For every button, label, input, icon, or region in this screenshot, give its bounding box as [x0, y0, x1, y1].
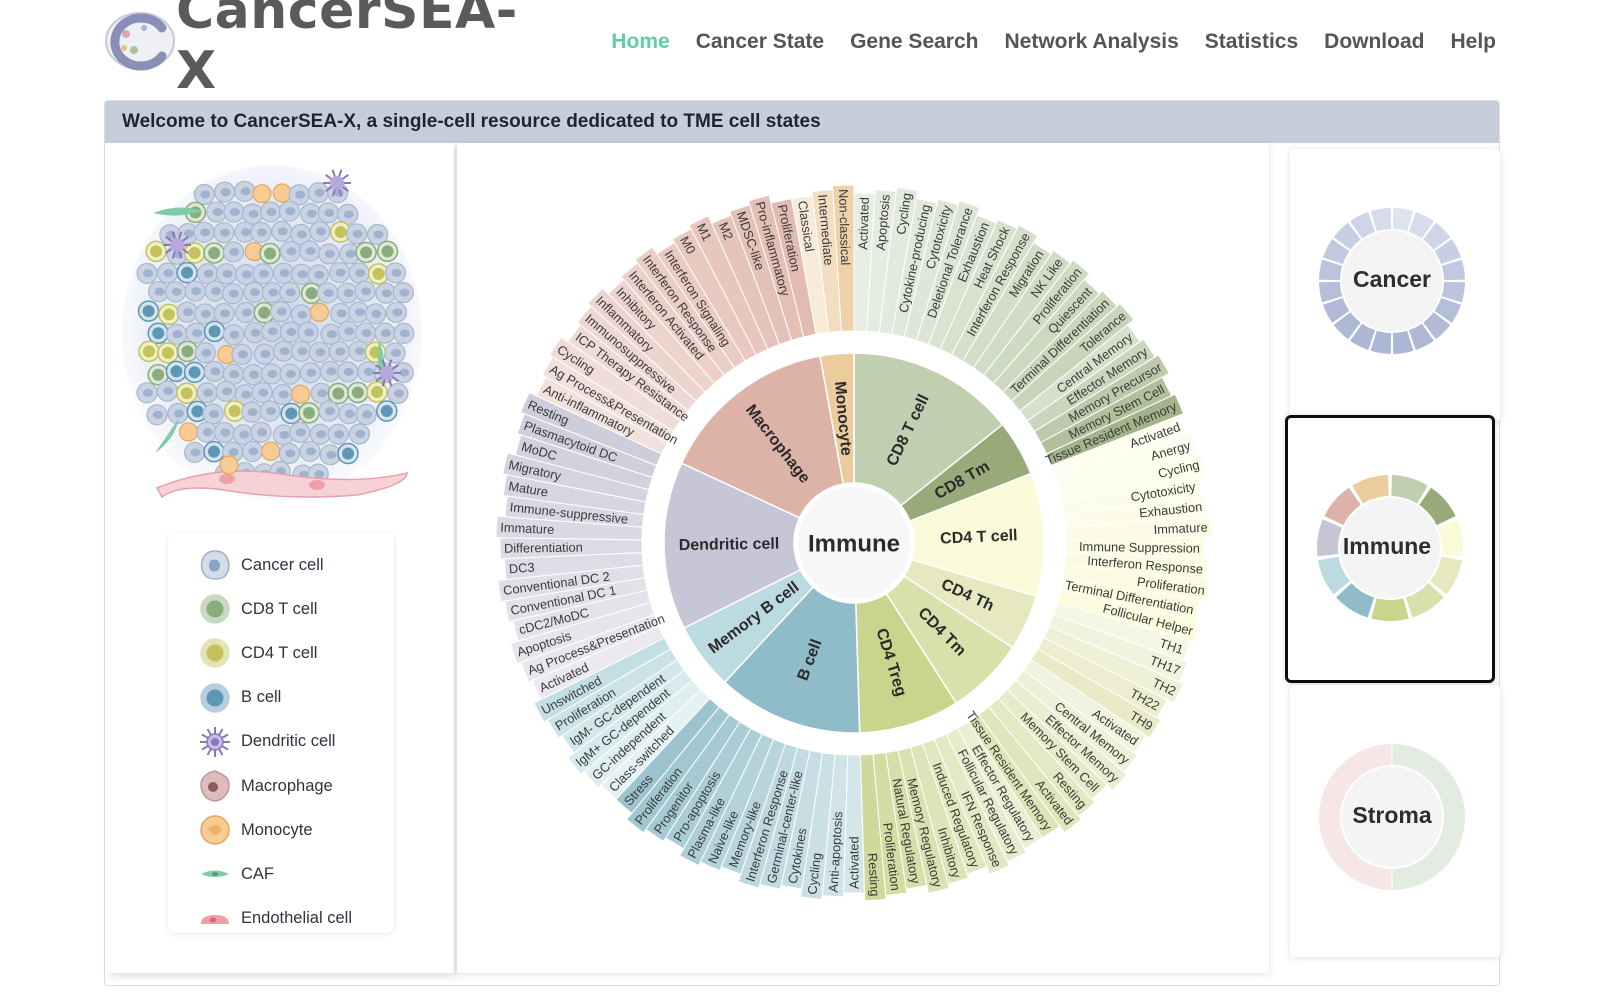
cell-legend: Cancer cell CD8 T cell CD4 T cell B cell Den…	[168, 533, 394, 933]
cancer-cell-icon	[200, 550, 230, 580]
legend-item-monocyte: Monocyte	[168, 808, 394, 852]
category-selector: Cancer Immune Stroma	[1284, 143, 1500, 973]
welcome-text: Welcome to CancerSEA-X, a single-cell re…	[122, 111, 821, 132]
tme-overview-card: Cancer cell CD8 T cell CD4 T cell B cell Den…	[105, 143, 454, 973]
legend-label: CD4 T cell	[241, 643, 318, 662]
logo-mark-icon	[105, 12, 175, 71]
state-label: Immature	[500, 520, 555, 537]
legend-label: Cancer cell	[241, 555, 324, 574]
state-label: Resting	[865, 853, 883, 897]
category-card-label: Stroma	[1352, 802, 1432, 828]
endothelial-cell-icon	[201, 914, 229, 924]
dendritic-cell-icon	[200, 726, 230, 757]
caf-icon	[201, 870, 229, 878]
category-card-cancer[interactable]: Cancer	[1290, 149, 1500, 421]
legend-item-cancer-cell: Cancer cell	[168, 543, 394, 587]
category-card-label: Immune	[1342, 533, 1432, 559]
macrophage-icon	[200, 770, 230, 802]
legend-item-cd4-t-cell: CD4 T cell	[168, 631, 394, 675]
legend-label: B cell	[241, 688, 282, 707]
category-card-stroma[interactable]: Stroma	[1290, 685, 1500, 957]
state-label: Non-classical	[836, 189, 853, 266]
legend-item-b-cell: B cell	[168, 676, 394, 720]
legend-label: Endothelial cell	[241, 909, 352, 928]
nav-download[interactable]: Download	[1311, 28, 1437, 56]
category-card-immune[interactable]: Immune	[1285, 415, 1495, 683]
legend-item-macrophage: Macrophage	[168, 764, 394, 808]
state-label: DC3	[508, 559, 535, 576]
tme-illustration	[122, 165, 422, 501]
legend-label: CAF	[241, 864, 274, 883]
welcome-banner: Welcome to CancerSEA-X, a single-cell re…	[105, 101, 1499, 143]
nav-home[interactable]: Home	[598, 28, 682, 56]
nav-help[interactable]: Help	[1437, 28, 1496, 56]
nav-network-analysis[interactable]: Network Analysis	[991, 28, 1191, 56]
legend-label: CD8 T cell	[241, 599, 318, 618]
logo[interactable]: CancerSEA-X	[104, 0, 517, 101]
nav-gene-search[interactable]: Gene Search	[837, 28, 991, 56]
cd4-t-cell-icon	[200, 638, 230, 669]
state-label: Activated	[847, 836, 862, 889]
cell-type-label: Dendritic cell	[679, 536, 780, 555]
main-panel: Welcome to CancerSEA-X, a single-cell re…	[104, 100, 1500, 986]
cell-type-label: CD4 T cell	[940, 527, 1018, 547]
legend-item-endothelial-cell: Endothelial cell	[168, 897, 394, 941]
cell-state-wheel-card: CD8 T cell Activated Apoptosis Cycling Cytok…	[457, 143, 1269, 973]
b-cell-icon	[200, 682, 230, 713]
wheel-center-label: Immune	[808, 531, 900, 558]
cd8-t-cell-icon	[200, 594, 230, 625]
nav-cancer-state[interactable]: Cancer State	[683, 28, 837, 56]
state-label: Immature	[1153, 520, 1208, 537]
monocyte-icon	[200, 815, 230, 845]
category-card-label: Cancer	[1353, 266, 1431, 292]
state-label: Differentiation	[504, 540, 583, 556]
legend-item-caf: CAF	[168, 852, 394, 896]
state-label: Activated	[855, 197, 872, 250]
legend-label: Macrophage	[241, 776, 333, 795]
legend-item-cd8-t-cell: CD8 T cell	[168, 587, 394, 631]
main-nav: Home Cancer State Gene Search Network Analy…	[598, 28, 1496, 56]
legend-label: Monocyte	[241, 820, 313, 839]
cell-state-sunburst[interactable]: CD8 T cellActivated Apoptosis CyclingCytok…	[457, 143, 1269, 973]
brand-name: CancerSEA-X	[176, 0, 518, 101]
legend-label: Dendritic cell	[241, 732, 336, 751]
nav-statistics[interactable]: Statistics	[1192, 28, 1311, 56]
legend-item-dendritic-cell: Dendritic cell	[168, 720, 394, 764]
